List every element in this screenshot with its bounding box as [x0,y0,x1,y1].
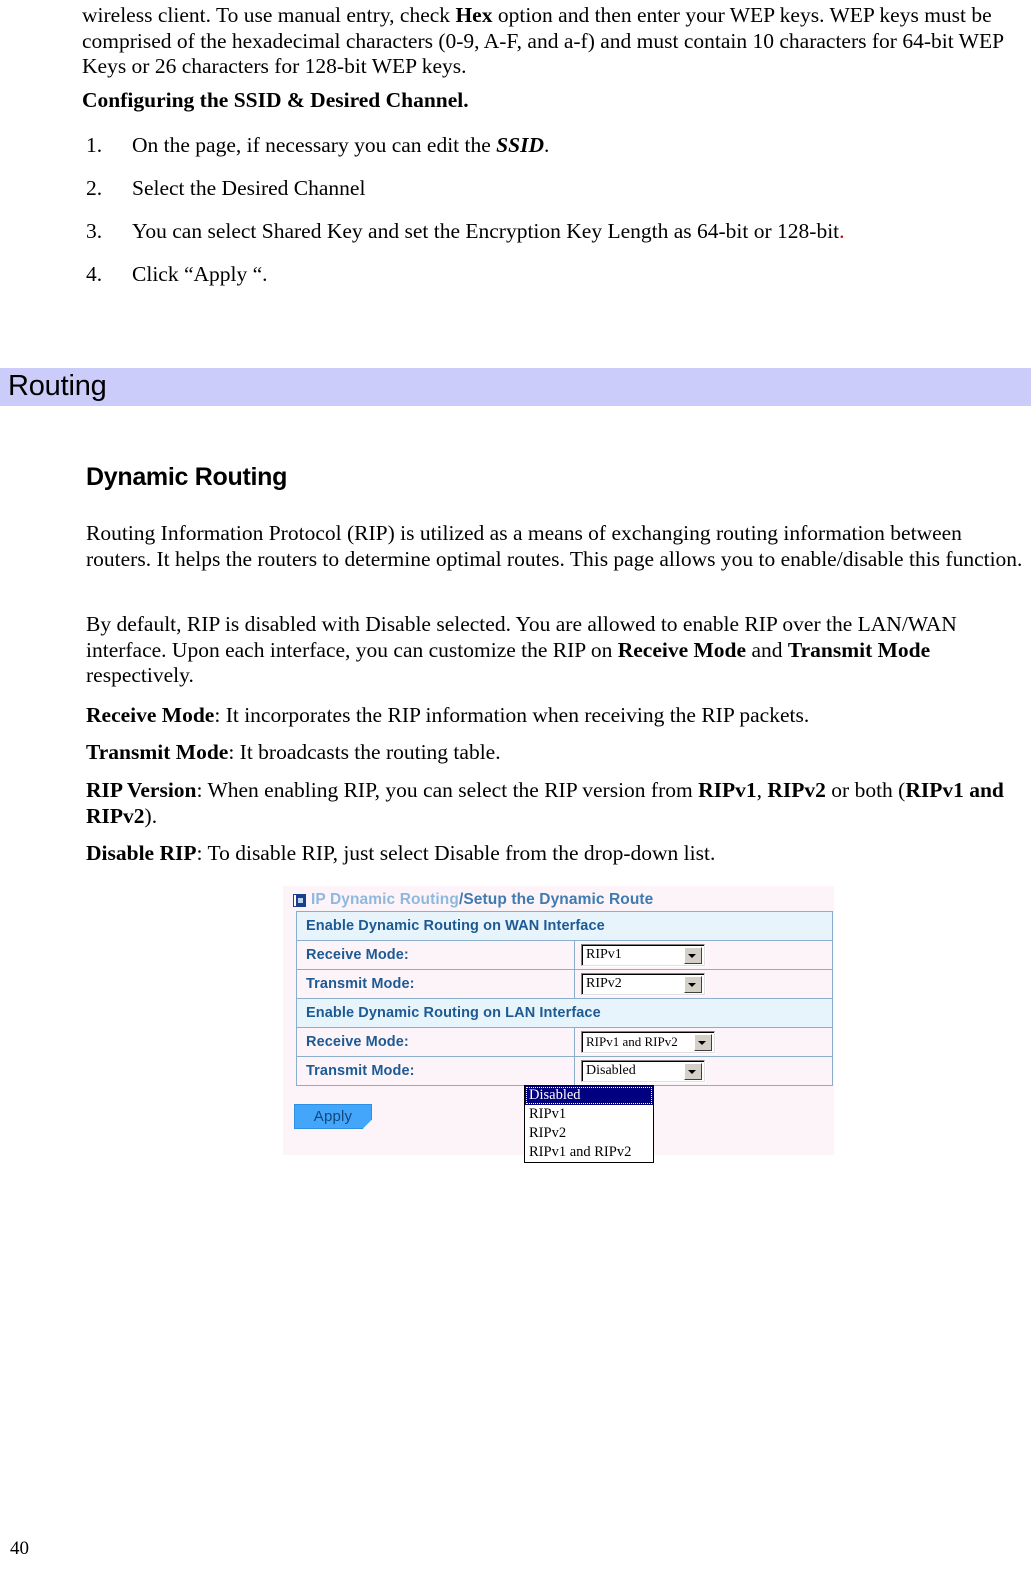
table-row: Receive Mode: RIPv1 [296,940,833,970]
list-item-text-pre: You can select Shared Key and set the En… [132,219,840,243]
dropdown-option-ripv2[interactable]: RIPv2 [525,1124,653,1143]
list-item-number: 2. [86,176,103,200]
definition-bold-ripv1: RIPv1 [698,778,757,802]
chevron-down-icon[interactable] [684,976,702,993]
cell-lan-receive-mode: RIPv1 and RIPv2 [574,1027,833,1057]
definition-text: : It broadcasts the routing table. [228,740,501,764]
definition-term: Receive Mode [86,703,215,727]
list-item-body: On the page, if necessary you can edit t… [132,133,786,158]
label-lan-receive-mode: Receive Mode: [296,1027,575,1057]
section-paragraph-2-post: respectively. [86,663,194,687]
list-item-body: Click “Apply “. [132,262,786,287]
section-heading: Dynamic Routing [86,463,287,492]
list-item-text-pre: Select the Desired Channel [132,176,366,200]
definition-post: ). [144,803,158,828]
definition-text: : It incorporates the RIP information wh… [214,703,810,727]
intro-paragraph: wireless client. To use manual entry, ch… [82,3,1029,80]
wan-receive-mode-value: RIPv1 [586,947,622,962]
wan-receive-mode-select[interactable]: RIPv1 [581,944,705,966]
configuring-heading: Configuring the SSID & Desired Channel. [82,88,782,114]
label-wan-transmit-mode: Transmit Mode: [296,969,575,999]
definition-mid: or both ( [825,778,906,802]
document-page: wireless client. To use manual entry, ch… [0,0,1031,1572]
router-panel-title-secondary: Setup the Dynamic Route [463,891,654,908]
dropdown-option-disabled[interactable]: Disabled [525,1086,653,1105]
list-item-number: 4. [86,262,103,286]
configuring-heading-text: Configuring the SSID & Desired Channel. [82,88,469,112]
intro-bold-hex: Hex [455,3,493,27]
apply-button[interactable]: Apply [294,1104,372,1129]
list-item-body: You can select Shared Key and set the En… [132,219,986,244]
chapter-banner: Routing [0,368,1031,406]
router-settings-table: Enable Dynamic Routing on WAN Interface … [296,911,833,1086]
wan-transmit-mode-select[interactable]: RIPv2 [581,973,705,995]
definition-receive-mode: Receive Mode: It incorporates the RIP in… [86,703,1031,729]
apply-button-label: Apply [313,1108,353,1125]
cell-wan-receive-mode: RIPv1 [574,940,833,970]
table-row: Receive Mode: RIPv1 and RIPv2 [296,1027,833,1057]
lan-transmit-mode-value: Disabled [586,1063,636,1078]
lan-transmit-mode-dropdown-list[interactable]: Disabled RIPv1 RIPv2 RIPv1 and RIPv2 [524,1085,654,1163]
table-row: Transmit Mode: Disabled [296,1056,833,1086]
label-lan-transmit-mode: Transmit Mode: [296,1056,575,1086]
chevron-down-icon[interactable] [694,1034,712,1051]
lan-receive-mode-value: RIPv1 and RIPv2 [586,1034,678,1049]
section-paragraph-2-mid: and [746,637,788,662]
definition-term: Disable RIP [86,841,197,865]
lan-receive-mode-select[interactable]: RIPv1 and RIPv2 [581,1031,715,1053]
list-item: 1. On the page, if necessary you can edi… [86,133,786,158]
dropdown-option-ripv1[interactable]: RIPv1 [525,1105,653,1124]
section-header-lan: Enable Dynamic Routing on LAN Interface [296,998,833,1028]
dropdown-option-ripv1-and-ripv2[interactable]: RIPv1 and RIPv2 [525,1143,653,1162]
definition-separator: , [756,778,768,802]
list-item: 2. Select the Desired Channel [86,176,786,201]
table-row-header-wan: Enable Dynamic Routing on WAN Interface [296,911,833,941]
router-panel-title-primary: IP Dynamic Routing [311,891,459,908]
page-number: 40 [10,1538,29,1559]
list-item-text-pre: Click “Apply “. [132,262,268,286]
label-wan-receive-mode: Receive Mode: [296,940,575,970]
section-header-wan: Enable Dynamic Routing on WAN Interface [296,911,833,941]
chapter-title: Routing [8,370,107,402]
section-paragraph-2-bold-2: Transmit Mode [787,637,931,662]
table-row: Transmit Mode: RIPv2 [296,969,833,999]
definition-bold-ripv2: RIPv2 [767,778,826,802]
list-item-text-pre: On the page, if necessary you can edit t… [132,133,497,157]
lan-transmit-mode-select[interactable]: Disabled [581,1060,705,1082]
definition-text-pre: : When enabling RIP, you can select the … [196,778,699,802]
page-icon [293,893,306,907]
definition-transmit-mode: Transmit Mode: It broadcasts the routing… [86,740,1031,766]
list-item-number: 1. [86,133,103,157]
definition-term: Transmit Mode [86,740,229,764]
list-item-number: 3. [86,219,103,243]
table-row-header-lan: Enable Dynamic Routing on LAN Interface [296,998,833,1028]
wan-transmit-mode-value: RIPv2 [586,976,622,991]
intro-text-a: wireless client. To use manual entry, ch… [82,3,456,27]
list-item: 3. You can select Shared Key and set the… [86,219,986,244]
list-item: 4. Click “Apply “. [86,262,786,287]
cell-wan-transmit-mode: RIPv2 [574,969,833,999]
list-item-body: Select the Desired Channel [132,176,786,201]
list-item-text-post: . [543,133,550,157]
section-heading-text: Dynamic Routing [86,463,288,491]
section-paragraph-1: Routing Information Protocol (RIP) is ut… [86,521,1031,572]
definition-disable-rip: Disable RIP: To disable RIP, just select… [86,841,1031,867]
list-item-emphasis: SSID [496,133,544,157]
cell-lan-transmit-mode: Disabled [574,1056,833,1086]
definition-text: : To disable RIP, just select Disable fr… [196,841,716,865]
section-paragraph-1-text: Routing Information Protocol (RIP) is ut… [86,521,1023,571]
list-item-text-post: . [839,219,845,243]
definition-rip-version: RIP Version: When enabling RIP, you can … [86,778,1031,829]
definition-term: RIP Version [86,778,197,802]
router-panel-title: IP Dynamic Routing / Setup the Dynamic R… [293,889,653,911]
section-paragraph-2: By default, RIP is disabled with Disable… [86,612,1031,689]
chevron-down-icon[interactable] [684,947,702,964]
chevron-down-icon[interactable] [684,1063,702,1080]
section-paragraph-2-bold-1: Receive Mode [617,637,747,662]
